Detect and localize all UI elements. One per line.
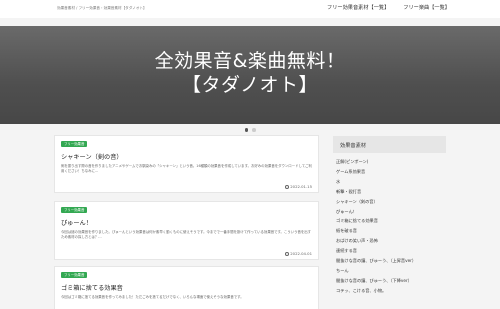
nav-item-sound-effects[interactable]: フリー効果音素材【一覧】 [327,4,389,12]
post-date-text: 2022.04.01 [290,251,312,256]
post-excerpt: 今回はゴミ箱に捨てる効果音を作ってみました！ただごみを捨てるだけでなく、いろんな… [61,295,244,299]
clock-icon [284,251,289,256]
sidebar-item[interactable]: 間抜けな音の鐘、びゅーう、（上昇音ver） [333,256,446,266]
sidebar-item[interactable]: コテッ、こける音、小物。 [333,286,446,296]
slider-dot-1[interactable] [244,128,248,132]
site-description: 効果音素材 / フリー効果音・効果音素材【タダノオト】 [57,6,147,10]
sidebar-item[interactable]: ゴミ箱に捨てる効果音 [333,216,446,226]
site-header: 効果音素材 / フリー効果音・効果音素材【タダノオト】 フリー効果音素材【一覧】… [0,0,500,18]
post-card[interactable]: フリー効果音 シャキーン（剣の音） 剣を振り出す際の音を作りましたアニメやゲーム… [54,135,319,193]
sidebar-item[interactable]: ゲーム系効果音 [333,167,446,177]
hero-slider[interactable]: 全効果音&楽曲無料！ 【タダノオト】 [0,26,500,124]
post-card[interactable]: フリー効果音 ぴゅーん！ 今回は謎の効果音を作りました。ぴゅーんという効果音は何… [54,201,319,260]
sidebar-item[interactable]: 水 [333,177,446,187]
sidebar-item[interactable]: ちーん [333,266,446,276]
sidebar: 効果音素材 正解(ピンポーン) ゲーム系効果音 水 斬撃・殴打音 シャキーン（剣… [333,136,446,296]
sidebar-item[interactable]: 連続する音 [333,246,446,256]
sidebar-item[interactable]: 間抜けな音の鐘、びゅーう、（下降ver） [333,276,446,286]
clock-icon [284,184,289,189]
hero-title: 全効果音&楽曲無料！ 【タダノオト】 [0,49,500,97]
sidebar-title: 効果音素材 [333,136,446,153]
post-title[interactable]: ゴミ箱に捨てる効果音 [61,283,123,292]
post-card[interactable]: フリー効果音 ゴミ箱に捨てる効果音 今回はゴミ箱に捨てる効果音を作ってみました！… [54,266,319,309]
nav-item-music[interactable]: フリー楽曲【一覧】 [403,4,450,12]
global-nav: フリー効果音素材【一覧】 フリー楽曲【一覧】 [327,4,450,12]
slider-pagination [0,128,500,132]
hero-title-line2: 【タダノオト】 [182,74,318,96]
post-excerpt: 剣を振り出す際の音を作りましたアニメやゲームでお馴染みの「シャキーン」という音。… [61,164,312,174]
category-badge[interactable]: フリー効果音 [61,207,88,213]
post-title[interactable]: ぴゅーん！ [61,218,92,227]
category-badge[interactable]: フリー効果音 [61,141,88,147]
sidebar-item[interactable]: シャキーン（剣の音） [333,197,446,207]
sidebar-item[interactable]: ぴゅーん！ [333,207,446,217]
hero-title-line1: 全効果音&楽曲無料！ [154,50,346,72]
sidebar-list: 正解(ピンポーン) ゲーム系効果音 水 斬撃・殴打音 シャキーン（剣の音） ぴゅ… [333,157,446,296]
post-date: 2022.04.01 [284,251,312,256]
category-badge[interactable]: フリー効果音 [61,272,88,278]
post-date: 2022.01.15 [284,184,312,189]
post-date-text: 2022.01.15 [290,184,312,189]
post-excerpt: 今回は謎の効果音を作りました。ぴゅーんという効果音は何か素早く動くものに使えそう… [61,230,312,240]
sidebar-item[interactable]: 斬撃・殴打音 [333,187,446,197]
sidebar-item[interactable]: おばけの笑い声・恐怖 [333,236,446,246]
sidebar-item[interactable]: 紙を破る音 [333,226,446,236]
sidebar-item[interactable]: 正解(ピンポーン) [333,157,446,167]
slider-dot-2[interactable] [252,128,256,132]
post-title[interactable]: シャキーン（剣の音） [61,152,123,161]
